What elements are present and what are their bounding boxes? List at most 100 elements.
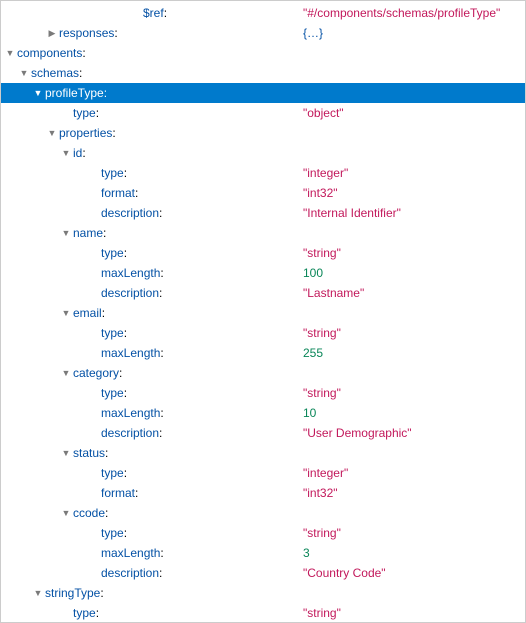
colon: : bbox=[124, 323, 127, 343]
chevron-down-icon[interactable]: ▼ bbox=[19, 63, 29, 83]
colon: : bbox=[105, 503, 108, 523]
tree-row-components[interactable]: ▼components: bbox=[1, 43, 525, 63]
tree-row-type[interactable]: ▶type:"string" bbox=[1, 243, 525, 263]
tree-value: "Lastname" bbox=[303, 283, 364, 303]
tree-key: name bbox=[73, 223, 103, 243]
tree-row-maxLength[interactable]: ▶maxLength:10 bbox=[1, 403, 525, 423]
tree-row-maxLength[interactable]: ▶maxLength:100 bbox=[1, 263, 525, 283]
colon: : bbox=[160, 343, 163, 363]
colon: : bbox=[103, 223, 106, 243]
chevron-down-icon[interactable]: ▼ bbox=[61, 363, 71, 383]
colon: : bbox=[102, 303, 105, 323]
tree-key: maxLength bbox=[101, 343, 160, 363]
chevron-down-icon[interactable]: ▼ bbox=[33, 83, 43, 103]
tree-key: status bbox=[73, 443, 105, 463]
tree-value: "object" bbox=[303, 103, 344, 123]
tree-value: "Country Code" bbox=[303, 563, 386, 583]
chevron-down-icon[interactable]: ▼ bbox=[61, 143, 71, 163]
colon: : bbox=[160, 403, 163, 423]
tree-row-id[interactable]: ▼id: bbox=[1, 143, 525, 163]
tree-row-description[interactable]: ▶description:"User Demographic" bbox=[1, 423, 525, 443]
tree-key: description bbox=[101, 563, 159, 583]
tree-row-properties[interactable]: ▼properties: bbox=[1, 123, 525, 143]
tree-key: type bbox=[101, 523, 124, 543]
tree-row-status[interactable]: ▼status: bbox=[1, 443, 525, 463]
tree-key: ccode bbox=[73, 503, 105, 523]
json-tree: ▶ $ref: "#/components/schemas/profileType"… bbox=[1, 1, 525, 623]
colon: : bbox=[124, 523, 127, 543]
chevron-down-icon[interactable]: ▼ bbox=[61, 223, 71, 243]
tree-row-profileType[interactable]: ▼profileType: bbox=[1, 83, 525, 103]
colon: : bbox=[160, 543, 163, 563]
chevron-down-icon[interactable]: ▼ bbox=[47, 123, 57, 143]
tree-row-type[interactable]: ▶type:"string" bbox=[1, 603, 525, 623]
tree-row-responses[interactable]: ▶responses:{…} bbox=[1, 23, 525, 43]
tree-key: maxLength bbox=[101, 543, 160, 563]
colon: : bbox=[112, 123, 115, 143]
tree-key: components bbox=[17, 43, 82, 63]
tree-value: 255 bbox=[303, 343, 323, 363]
tree-key: type bbox=[101, 243, 124, 263]
tree-row-type[interactable]: ▶type:"string" bbox=[1, 323, 525, 343]
tree-row-name[interactable]: ▼name: bbox=[1, 223, 525, 243]
tree-key: type bbox=[73, 603, 96, 623]
tree-row-type[interactable]: ▶type:"string" bbox=[1, 523, 525, 543]
tree-row-type[interactable]: ▶type:"string" bbox=[1, 383, 525, 403]
colon: : bbox=[159, 283, 162, 303]
tree-key: responses bbox=[59, 23, 114, 43]
tree-key: category bbox=[73, 363, 119, 383]
tree-row-description[interactable]: ▶description:"Lastname" bbox=[1, 283, 525, 303]
tree-key: schemas bbox=[31, 63, 79, 83]
tree-value: "string" bbox=[303, 603, 341, 623]
chevron-down-icon[interactable]: ▼ bbox=[61, 443, 71, 463]
tree-row-maxLength[interactable]: ▶maxLength:3 bbox=[1, 543, 525, 563]
tree-value: "string" bbox=[303, 243, 341, 263]
tree-key: email bbox=[73, 303, 102, 323]
chevron-right-icon[interactable]: ▶ bbox=[47, 23, 57, 43]
tree-key: $ref bbox=[143, 3, 164, 23]
tree-key: description bbox=[101, 203, 159, 223]
tree-value: "string" bbox=[303, 523, 341, 543]
tree-row-format[interactable]: ▶format:"int32" bbox=[1, 483, 525, 503]
tree-row-description[interactable]: ▶description:"Internal Identifier" bbox=[1, 203, 525, 223]
tree-key: type bbox=[101, 383, 124, 403]
tree-value: "integer" bbox=[303, 163, 348, 183]
colon: : bbox=[135, 183, 138, 203]
tree-value: 3 bbox=[303, 543, 310, 563]
tree-key: format bbox=[101, 183, 135, 203]
chevron-down-icon[interactable]: ▼ bbox=[61, 503, 71, 523]
tree-row-type[interactable]: ▶type:"integer" bbox=[1, 163, 525, 183]
tree-key: type bbox=[73, 103, 96, 123]
tree-value: 10 bbox=[303, 403, 316, 423]
colon: : bbox=[96, 603, 99, 623]
colon: : bbox=[114, 23, 117, 43]
colon: : bbox=[82, 43, 85, 63]
tree-row-$ref[interactable]: ▶$ref:"#/components/schemas/profileType" bbox=[1, 3, 525, 23]
chevron-down-icon[interactable]: ▼ bbox=[33, 583, 43, 603]
chevron-down-icon[interactable]: ▼ bbox=[5, 43, 15, 63]
tree-row-type[interactable]: ▶type:"object" bbox=[1, 103, 525, 123]
colon: : bbox=[79, 63, 82, 83]
colon: : bbox=[164, 3, 167, 23]
tree-row-schemas[interactable]: ▼schemas: bbox=[1, 63, 525, 83]
tree-row-ccode[interactable]: ▼ccode: bbox=[1, 503, 525, 523]
tree-value: "int32" bbox=[303, 183, 338, 203]
tree-value: "User Demographic" bbox=[303, 423, 412, 443]
tree-value: 100 bbox=[303, 263, 323, 283]
tree-row-category[interactable]: ▼category: bbox=[1, 363, 525, 383]
tree-key: type bbox=[101, 163, 124, 183]
tree-row-stringType[interactable]: ▼stringType: bbox=[1, 583, 525, 603]
colon: : bbox=[160, 263, 163, 283]
colon: : bbox=[159, 203, 162, 223]
tree-value: "int32" bbox=[303, 483, 338, 503]
tree-value: "Internal Identifier" bbox=[303, 203, 401, 223]
tree-value: "#/components/schemas/profileType" bbox=[303, 3, 500, 23]
tree-value: "string" bbox=[303, 383, 341, 403]
chevron-down-icon[interactable]: ▼ bbox=[61, 303, 71, 323]
colon: : bbox=[96, 103, 99, 123]
tree-row-description[interactable]: ▶description:"Country Code" bbox=[1, 563, 525, 583]
tree-row-type[interactable]: ▶type:"integer" bbox=[1, 463, 525, 483]
tree-row-format[interactable]: ▶format:"int32" bbox=[1, 183, 525, 203]
tree-row-email[interactable]: ▼email: bbox=[1, 303, 525, 323]
tree-row-maxLength[interactable]: ▶maxLength:255 bbox=[1, 343, 525, 363]
